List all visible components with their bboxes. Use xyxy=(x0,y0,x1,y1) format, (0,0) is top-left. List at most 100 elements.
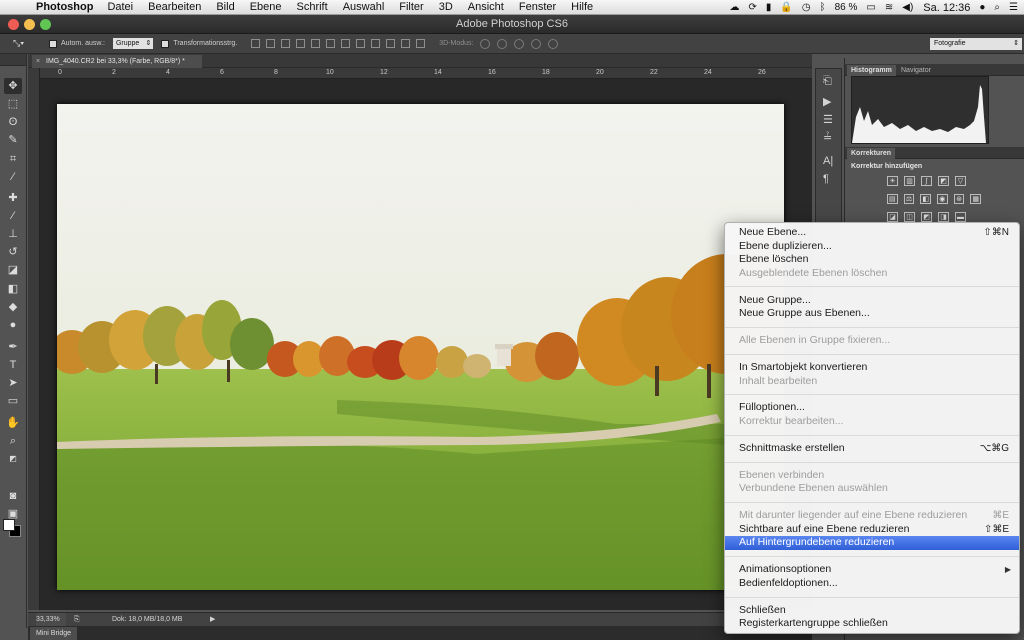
type-tool-icon[interactable]: T xyxy=(4,357,22,373)
info-panel-icon[interactable]: ≟ xyxy=(823,131,832,144)
menu-ebene[interactable]: Ebene xyxy=(250,1,282,13)
document-tab[interactable]: × IMG_4040.CR2 bei 33,3% (Farbe, RGB/8*)… xyxy=(32,55,202,68)
auto-select-checkbox[interactable] xyxy=(49,39,57,48)
clock[interactable]: Sa. 12:36 xyxy=(923,2,970,14)
screen-mode-icon[interactable]: ▣ xyxy=(4,506,22,522)
user-icon[interactable]: ● xyxy=(979,2,985,13)
export-icon[interactable]: ⎘ xyxy=(74,613,80,626)
toolbar-grip[interactable] xyxy=(0,54,26,66)
volume-icon[interactable]: ◀) xyxy=(902,2,913,13)
transform-controls-checkbox[interactable] xyxy=(161,39,170,48)
menu-fenster[interactable]: Fenster xyxy=(519,1,556,13)
close-tab-icon[interactable]: × xyxy=(36,55,40,68)
character-panel-icon[interactable]: A| xyxy=(823,155,833,167)
menu-bearbeiten[interactable]: Bearbeiten xyxy=(148,1,201,13)
wifi-icon[interactable]: ≋ xyxy=(885,2,893,13)
bookmark-icon[interactable]: ▮ xyxy=(766,2,772,13)
distribute-top-icon[interactable] xyxy=(341,39,351,48)
threshold-icon[interactable]: ◩ xyxy=(921,212,932,222)
slide-3d-icon[interactable] xyxy=(530,38,541,49)
menu-item-ebene-duplizieren[interactable]: Ebene duplizieren... xyxy=(725,240,1019,254)
actions-panel-icon[interactable]: ▶ xyxy=(823,95,831,108)
tab-histogram[interactable]: Histogramm xyxy=(847,65,896,76)
gradient-map-icon[interactable]: ▬ xyxy=(955,212,966,222)
move-tool-icon[interactable]: ✥ xyxy=(4,78,22,94)
photo-filter-icon[interactable]: ◉ xyxy=(937,194,948,204)
scale-3d-icon[interactable] xyxy=(547,38,558,49)
align-right-icon[interactable] xyxy=(326,39,336,48)
menu-item-bedienfeldoptionen[interactable]: Bedienfeldoptionen... xyxy=(725,577,1019,591)
horizontal-ruler[interactable]: 0 2 4 6 8 10 12 14 16 18 20 22 24 26 xyxy=(40,68,812,79)
rectangle-tool-icon[interactable]: ▭ xyxy=(4,393,22,409)
sync-icon[interactable]: ⟳ xyxy=(749,2,757,13)
window-minimize-button[interactable] xyxy=(24,19,35,30)
invert-icon[interactable]: ◪ xyxy=(887,212,898,222)
clone-stamp-tool-icon[interactable]: ⊥ xyxy=(4,226,22,242)
brush-tool-icon[interactable]: ∕ xyxy=(4,208,22,224)
spotlight-icon[interactable]: ⌕ xyxy=(994,2,1000,13)
distribute-hcenter-icon[interactable] xyxy=(401,39,411,48)
roll-3d-icon[interactable] xyxy=(496,38,507,49)
menu-item-neue-ebene[interactable]: Neue Ebene... ⇧⌘N xyxy=(725,226,1019,240)
vibrance-icon[interactable]: ▽ xyxy=(955,176,966,186)
eyedropper-tool-icon[interactable]: ⁄ xyxy=(4,169,22,185)
battery-icon[interactable]: ▭ xyxy=(866,2,875,13)
align-left-icon[interactable] xyxy=(296,39,306,48)
eraser-tool-icon[interactable]: ◪ xyxy=(4,262,22,278)
align-vcenter-icon[interactable] xyxy=(266,39,276,48)
lock-icon[interactable]: 🔒 xyxy=(780,2,792,13)
menu-item-animationsoptionen[interactable]: Animationsoptionen ▶ xyxy=(725,563,1019,577)
menu-filter[interactable]: Filter xyxy=(399,1,423,13)
brightness-icon[interactable]: ☀ xyxy=(887,176,898,186)
lasso-tool-icon[interactable]: ʘ xyxy=(4,114,22,130)
menu-hilfe[interactable]: Hilfe xyxy=(571,1,593,13)
rotate-3d-icon[interactable] xyxy=(479,38,490,49)
marquee-tool-icon[interactable]: ⬚ xyxy=(4,96,22,112)
menu-ansicht[interactable]: Ansicht xyxy=(468,1,504,13)
menu-item-ebene-loeschen[interactable]: Ebene löschen xyxy=(725,253,1019,267)
healing-brush-tool-icon[interactable]: ✚ xyxy=(4,190,22,206)
levels-icon[interactable]: ▥ xyxy=(904,176,915,186)
history-brush-tool-icon[interactable]: ↺ xyxy=(4,244,22,260)
curves-icon[interactable]: ∫ xyxy=(921,176,932,186)
hand-tool-icon[interactable]: ✋ xyxy=(4,415,22,431)
path-select-tool-icon[interactable]: ➤ xyxy=(4,375,22,391)
properties-panel-icon[interactable]: ☰ xyxy=(823,113,833,126)
hue-saturation-icon[interactable]: ▤ xyxy=(887,194,898,204)
menu-item-schnittmaske[interactable]: Schnittmaske erstellen ⌥⌘G xyxy=(725,442,1019,456)
selective-color-icon[interactable]: ◨ xyxy=(938,212,949,222)
menu-bild[interactable]: Bild xyxy=(216,1,234,13)
menu-item-neue-gruppe[interactable]: Neue Gruppe... xyxy=(725,294,1019,308)
menu-3d[interactable]: 3D xyxy=(439,1,453,13)
document-image[interactable] xyxy=(57,104,784,590)
history-panel-icon[interactable]: ⎗ xyxy=(823,75,832,88)
drag-3d-icon[interactable] xyxy=(513,38,524,49)
cloud-icon[interactable]: ☁ xyxy=(730,2,740,13)
menu-item-schliessen[interactable]: Schließen xyxy=(725,604,1019,618)
menu-auswahl[interactable]: Auswahl xyxy=(343,1,385,13)
align-top-icon[interactable] xyxy=(251,39,261,48)
quick-select-tool-icon[interactable]: ✎ xyxy=(4,132,22,148)
menu-item-neue-gruppe-aus-ebenen[interactable]: Neue Gruppe aus Ebenen... xyxy=(725,307,1019,321)
menu-item-registerkartengruppe-schliessen[interactable]: Registerkartengruppe schließen xyxy=(725,617,1019,631)
window-close-button[interactable] xyxy=(8,19,19,30)
crop-tool-icon[interactable]: ⌗ xyxy=(4,151,22,167)
time-machine-icon[interactable]: ◷ xyxy=(802,2,811,13)
workspace-dropdown[interactable]: Fotografie xyxy=(930,38,1022,50)
channel-mixer-icon[interactable]: ⊛ xyxy=(953,194,965,204)
menu-item-fuelloptionen[interactable]: Fülloptionen... xyxy=(725,401,1019,415)
distribute-bottom-icon[interactable] xyxy=(371,39,381,48)
gradient-tool-icon[interactable]: ◧ xyxy=(4,281,22,297)
window-zoom-button[interactable] xyxy=(40,19,51,30)
distribute-left-icon[interactable] xyxy=(386,39,396,48)
black-white-icon[interactable]: ◧ xyxy=(920,194,932,204)
menu-schrift[interactable]: Schrift xyxy=(297,1,328,13)
exposure-icon[interactable]: ◩ xyxy=(938,176,949,186)
list-icon[interactable]: ☰ xyxy=(1009,2,1018,13)
dodge-tool-icon[interactable]: ● xyxy=(4,317,22,333)
vertical-ruler[interactable] xyxy=(28,68,40,610)
menu-datei[interactable]: Datei xyxy=(107,1,133,13)
status-menu-arrow[interactable]: ▶ xyxy=(210,613,215,626)
mini-bridge-tab[interactable]: Mini Bridge xyxy=(30,627,78,640)
color-lookup-icon[interactable]: ▦ xyxy=(970,194,982,204)
